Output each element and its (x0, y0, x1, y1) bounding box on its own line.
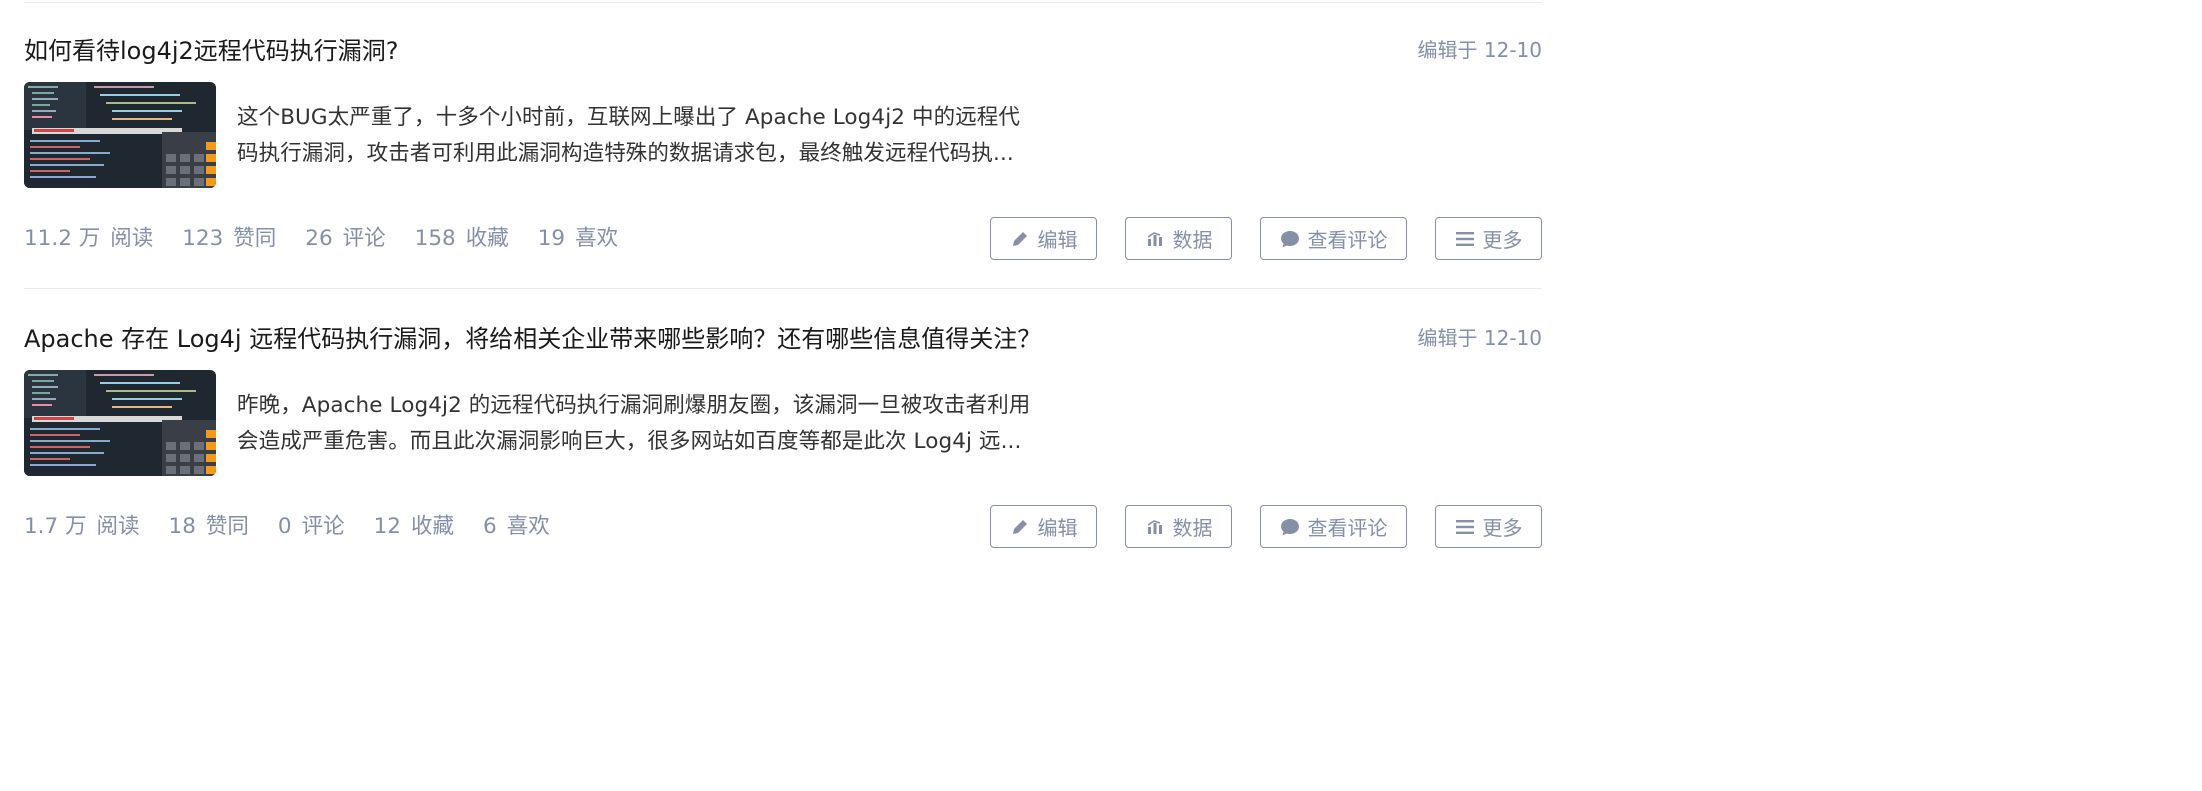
reads-count: 11.2 万 (24, 226, 101, 251)
pencil-icon (1010, 517, 1030, 537)
more-label: 更多 (1482, 516, 1523, 540)
more-button[interactable]: 更多 (1435, 505, 1542, 548)
reads-count: 1.7 万 (24, 514, 87, 539)
comments-count: 26 (305, 226, 333, 251)
edit-label: 编辑 (1037, 228, 1078, 252)
speech-bubble-icon (1280, 229, 1300, 249)
comments-label: 评论 (301, 514, 345, 539)
reads-stat: 11.2 万阅读 (24, 222, 153, 256)
article-title[interactable]: Apache 存在 Log4j 远程代码执行漏洞，将给相关企业带来哪些影响？还有… (24, 322, 1041, 356)
reads-label: 阅读 (96, 514, 140, 539)
view-comments-button[interactable]: 查看评论 (1260, 505, 1407, 548)
edit-button[interactable]: 编辑 (990, 217, 1097, 260)
bar-chart-icon (1145, 229, 1165, 249)
likes-label: 赞同 (233, 226, 277, 251)
pencil-icon (1010, 229, 1030, 249)
view-comments-label: 查看评论 (1307, 516, 1388, 540)
edit-label: 编辑 (1037, 516, 1078, 540)
article-excerpt[interactable]: 这个BUG太严重了，十多个小时前，互联网上曝出了 Apache Log4j2 中… (237, 100, 1037, 172)
bar-chart-icon (1145, 517, 1165, 537)
hamburger-menu-icon (1455, 517, 1475, 537)
edit-button[interactable]: 编辑 (990, 505, 1097, 548)
hamburger-menu-icon (1455, 229, 1475, 249)
reads-label: 阅读 (110, 226, 154, 251)
more-label: 更多 (1482, 228, 1523, 252)
article-thumbnail[interactable] (24, 370, 216, 476)
likes-count: 123 (182, 226, 224, 251)
favorites-label: 收藏 (410, 514, 454, 539)
article-card: Apache 存在 Log4j 远程代码执行漏洞，将给相关企业带来哪些影响？还有… (24, 288, 1542, 573)
loves-count: 6 (483, 514, 497, 539)
likes-label: 赞同 (205, 514, 249, 539)
article-thumbnail[interactable] (24, 82, 216, 188)
loves-count: 19 (537, 226, 566, 251)
edit-time: 编辑于 12-10 (1417, 38, 1542, 62)
article-card: 如何看待log4j2远程代码执行漏洞? 编辑于 12-10 这个BUG太严重了，… (24, 0, 1542, 285)
comments-count: 0 (277, 514, 292, 539)
loves-stat: 6 喜欢 (483, 510, 550, 544)
more-button[interactable]: 更多 (1435, 217, 1542, 260)
comments-label: 评论 (342, 226, 386, 251)
data-label: 数据 (1172, 516, 1213, 540)
likes-count: 18 (168, 514, 196, 539)
article-actions: 编辑 数据 查看评论 更多 (962, 217, 1542, 260)
article-management-list: 如何看待log4j2远程代码执行漏洞? 编辑于 12-10 这个BUG太严重了，… (0, 0, 1560, 791)
article-excerpt[interactable]: 昨晚，Apache Log4j2 的远程代码执行漏洞刷爆朋友圈，该漏洞一旦被攻击… (237, 388, 1037, 460)
favorites-count: 158 (414, 226, 456, 251)
edit-time: 编辑于 12-10 (1417, 326, 1542, 350)
speech-bubble-icon (1280, 517, 1300, 537)
comments-stat: 26 评论 (305, 222, 385, 256)
reads-stat: 1.7 万阅读 (24, 510, 140, 544)
article-actions: 编辑 数据 查看评论 更多 (962, 505, 1542, 548)
data-button[interactable]: 数据 (1125, 505, 1232, 548)
view-comments-label: 查看评论 (1307, 228, 1388, 252)
article-stats: 11.2 万阅读 123 赞同 26 评论 158 收藏 19 喜欢 (24, 222, 647, 256)
favorites-label: 收藏 (465, 226, 509, 251)
comments-stat: 0 评论 (278, 510, 345, 544)
favorites-stat: 158 收藏 (415, 222, 509, 256)
loves-stat: 19 喜欢 (538, 222, 618, 256)
view-comments-button[interactable]: 查看评论 (1260, 217, 1407, 260)
favorites-count: 12 (373, 514, 401, 539)
loves-label: 喜欢 (506, 514, 550, 539)
article-title[interactable]: 如何看待log4j2远程代码执行漏洞? (24, 34, 399, 68)
data-label: 数据 (1172, 228, 1213, 252)
favorites-stat: 12 收藏 (374, 510, 454, 544)
article-stats: 1.7 万阅读 18 赞同 0 评论 12 收藏 6 喜欢 (24, 510, 579, 544)
likes-stat: 18 赞同 (169, 510, 249, 544)
data-button[interactable]: 数据 (1125, 217, 1232, 260)
likes-stat: 123 赞同 (182, 222, 276, 256)
loves-label: 喜欢 (575, 226, 619, 251)
